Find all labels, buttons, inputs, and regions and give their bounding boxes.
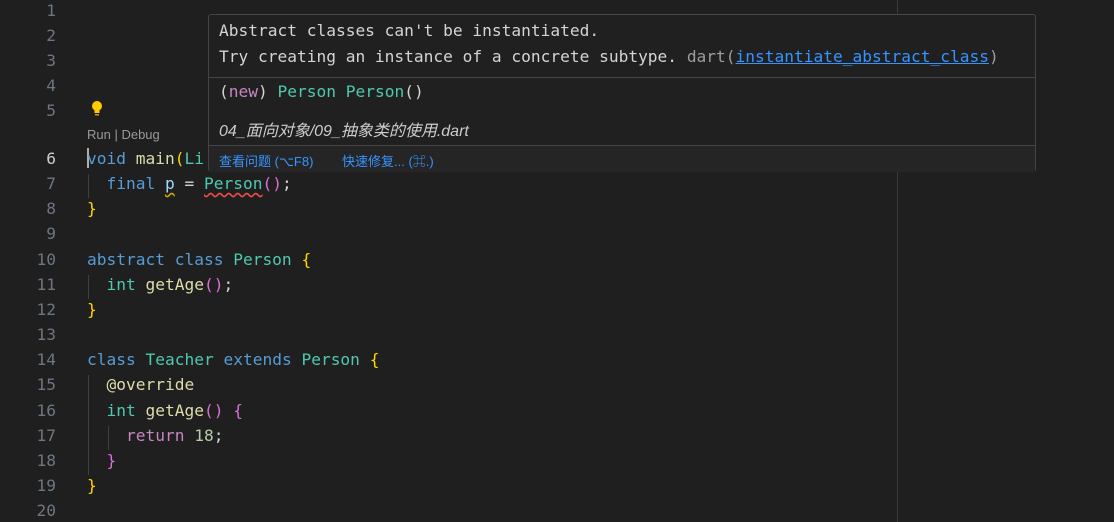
class-name: Teacher: [145, 350, 214, 369]
bracket: {: [301, 250, 312, 269]
line-number: 19: [36, 476, 57, 495]
number-literal: 18: [194, 426, 214, 445]
bracket: {: [369, 350, 380, 369]
line-number: 10: [36, 250, 57, 269]
line-number: 7: [46, 174, 56, 193]
error-class-reference[interactable]: Person: [204, 174, 262, 193]
line-number: 12: [36, 300, 57, 319]
method-name: getAge: [145, 275, 204, 294]
line-number: 2: [46, 26, 56, 45]
line-number: 5: [46, 101, 56, 120]
hover-message-line1: Abstract classes can't be instantiated.: [219, 21, 600, 40]
code-line-11: int getAge();: [87, 275, 234, 294]
line-number: 11: [36, 275, 57, 294]
code-line-12: }: [87, 300, 97, 319]
quick-fix-button[interactable]: 快速修复... (⌘.): [342, 151, 434, 170]
line-number-active: 6: [46, 149, 56, 168]
code-line-10: abstract class Person {: [87, 250, 311, 269]
hover-file-path: 04_面向对象/09_抽象类的使用.dart: [219, 123, 469, 140]
line-number: 4: [46, 76, 56, 95]
annotation: @override: [106, 375, 195, 394]
code-line-17: return 18;: [87, 426, 223, 445]
hover-signature: (new) Person Person(): [219, 82, 424, 101]
paren: ): [988, 47, 999, 66]
codelens-run-debug[interactable]: Run | Debug: [87, 127, 160, 142]
operator: =: [174, 174, 204, 193]
keyword: abstract: [87, 250, 165, 269]
bracket: {: [233, 401, 243, 420]
line-number: 3: [46, 51, 56, 70]
code-text: Li: [184, 149, 204, 168]
hover-tooltip: Abstract classes can't be instantiated. …: [208, 14, 1036, 172]
line-number: 13: [36, 325, 57, 344]
line-number: 16: [36, 401, 57, 420]
code-line-19: }: [87, 476, 97, 495]
keyword: final: [106, 174, 156, 193]
paren: ): [258, 82, 268, 101]
variable: p: [164, 174, 175, 193]
code-line-7: final p = Person();: [87, 174, 292, 193]
code-line-6: void main(Li: [87, 149, 204, 168]
line-number: 15: [36, 375, 57, 394]
view-problem-button[interactable]: 查看问题 (⌥F8): [219, 151, 313, 170]
line-number: 14: [36, 350, 57, 369]
code-line-14: class Teacher extends Person {: [87, 350, 379, 369]
diagnostic-source: dart: [686, 47, 726, 66]
class-name: Person: [277, 82, 336, 101]
keyword: void: [87, 149, 126, 168]
code-line-16: int getAge() {: [87, 401, 243, 420]
paren: (): [404, 82, 424, 101]
method-name: getAge: [145, 401, 204, 420]
line-number: 9: [46, 224, 56, 243]
lightbulb-icon[interactable]: [89, 100, 105, 118]
code-line-18: }: [87, 451, 117, 470]
line-number: 18: [36, 451, 57, 470]
keyword: return: [125, 426, 185, 445]
hover-divider: [209, 77, 1035, 78]
line-number: 1: [46, 1, 56, 20]
keyword: class: [87, 350, 136, 369]
semicolon: ;: [223, 275, 234, 294]
bracket: (): [262, 174, 282, 193]
line-number: 17: [36, 426, 57, 445]
line-number: 20: [36, 501, 57, 520]
bracket: (): [203, 275, 224, 294]
type: int: [106, 401, 136, 420]
semicolon: ;: [281, 174, 292, 193]
hover-message-text: Try creating an instance of a concrete s…: [219, 47, 678, 66]
keyword: extends: [223, 350, 292, 369]
class-name: Person: [233, 250, 292, 269]
constructor-name: Person: [345, 82, 405, 101]
code-line-15: @override: [87, 375, 195, 394]
type: int: [106, 275, 136, 294]
class-name: Person: [301, 350, 360, 369]
hover-message-line2: Try creating an instance of a concrete s…: [219, 47, 999, 66]
bracket: }: [106, 451, 117, 470]
paren: (: [219, 82, 229, 101]
line-number: 8: [46, 199, 56, 218]
bracket: (): [203, 401, 224, 420]
semicolon: ;: [213, 426, 224, 445]
paren: (: [725, 47, 736, 66]
diagnostic-code-link[interactable]: instantiate_abstract_class: [736, 47, 989, 66]
bracket: (: [174, 149, 185, 168]
function-name: main: [135, 149, 175, 168]
keyword: class: [174, 250, 224, 269]
hover-status-bar: 查看问题 (⌥F8) 快速修复... (⌘.): [209, 145, 1035, 172]
code-line-8: }: [87, 199, 97, 218]
keyword: new: [228, 82, 258, 101]
